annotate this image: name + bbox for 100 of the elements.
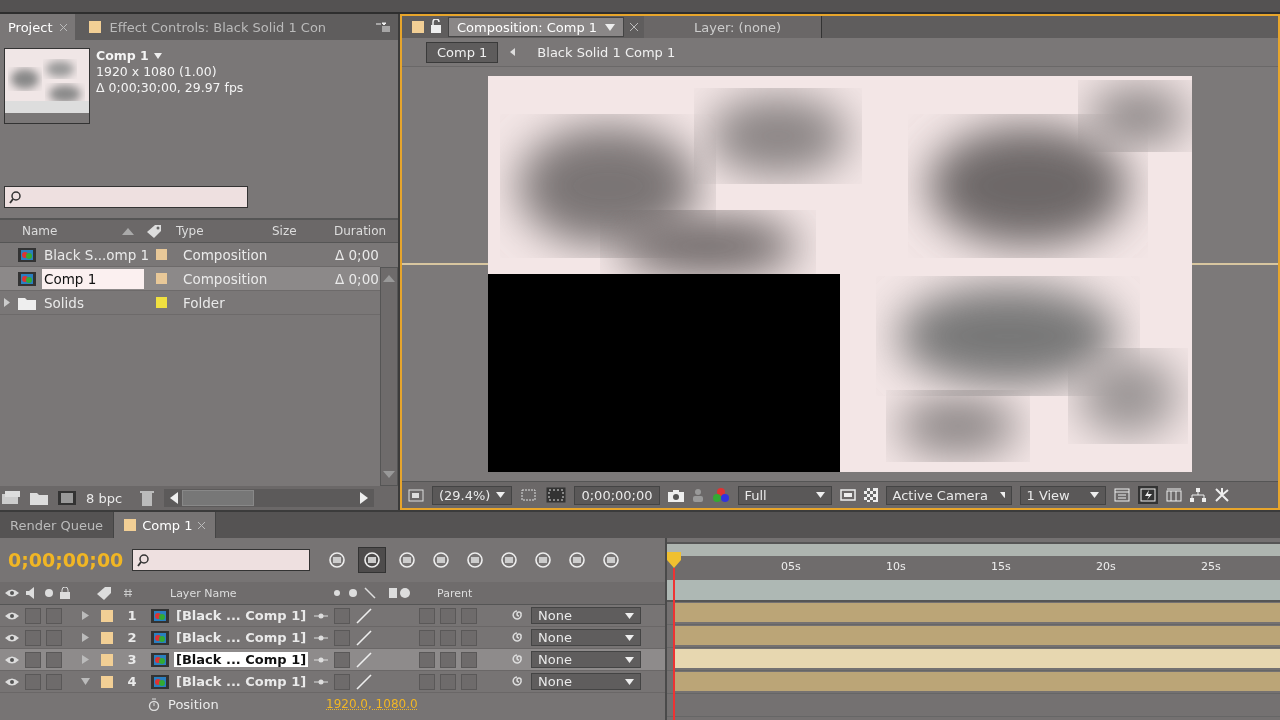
timecode-field[interactable]: 0;00;00;00 bbox=[574, 485, 660, 505]
breadcrumb[interactable]: Black Solid 1 Comp 1 bbox=[527, 42, 686, 62]
eye-icon[interactable] bbox=[4, 676, 20, 687]
fast-preview-icon[interactable] bbox=[1137, 486, 1158, 504]
item-title[interactable]: Comp 1 bbox=[96, 48, 149, 64]
column-header[interactable]: Parent bbox=[437, 586, 473, 600]
label-swatch[interactable] bbox=[101, 675, 113, 688]
eye-icon[interactable] bbox=[4, 610, 20, 621]
region-icon[interactable] bbox=[408, 488, 424, 502]
label-swatch[interactable] bbox=[101, 609, 113, 622]
panel-tab[interactable]: Comp 1 bbox=[114, 512, 217, 538]
search-field[interactable] bbox=[132, 549, 310, 571]
current-time[interactable]: 0;00;00;00 bbox=[8, 549, 124, 571]
switch-box[interactable] bbox=[419, 651, 435, 668]
column-header[interactable]: Type bbox=[172, 224, 272, 238]
column-header[interactable]: Size bbox=[272, 224, 328, 238]
switch-box[interactable] bbox=[25, 673, 41, 690]
label-swatch[interactable] bbox=[156, 249, 167, 260]
column-header[interactable]: Name bbox=[0, 224, 122, 238]
flowchart-icon[interactable] bbox=[1189, 488, 1206, 502]
view-layout-dropdown[interactable]: 1 View bbox=[1019, 485, 1106, 505]
scroll-right-icon[interactable] bbox=[360, 492, 368, 504]
parent-dropdown[interactable]: None bbox=[531, 651, 641, 668]
timeline-icon[interactable] bbox=[1113, 488, 1130, 502]
layer-name[interactable]: [Black ... Comp 1] bbox=[174, 674, 308, 689]
roi-icon[interactable] bbox=[839, 489, 856, 501]
switch-box[interactable] bbox=[461, 673, 477, 690]
lock-icon[interactable] bbox=[430, 18, 442, 36]
switch-box[interactable] bbox=[46, 651, 62, 668]
panel-tab[interactable]: Composition: Comp 1 bbox=[448, 17, 625, 37]
trash-icon[interactable] bbox=[140, 490, 155, 506]
switch-box[interactable] bbox=[461, 651, 477, 668]
parent-dropdown[interactable]: None bbox=[531, 607, 641, 624]
project-item[interactable]: Comp 1 Composition Δ 0;00 bbox=[0, 267, 380, 291]
quality-icon[interactable] bbox=[355, 650, 373, 669]
quality-icon[interactable] bbox=[355, 606, 373, 625]
close-icon[interactable] bbox=[198, 521, 206, 529]
switch-box[interactable] bbox=[46, 629, 62, 646]
composition-icon[interactable] bbox=[58, 491, 76, 505]
color-channels-icon[interactable] bbox=[711, 487, 730, 503]
switch-box[interactable] bbox=[440, 651, 456, 668]
expand-icon[interactable] bbox=[81, 633, 90, 642]
layer-name[interactable]: [Black ... Comp 1] bbox=[174, 630, 308, 645]
switch-box[interactable] bbox=[440, 673, 456, 690]
scroll-up-icon[interactable] bbox=[383, 274, 395, 282]
folder-icon[interactable] bbox=[30, 491, 48, 505]
switch-box[interactable] bbox=[25, 629, 41, 646]
expand-icon[interactable] bbox=[81, 655, 90, 664]
switch-box[interactable] bbox=[25, 607, 41, 624]
expand-icon[interactable] bbox=[81, 611, 90, 620]
layer-name[interactable]: [Black ... Comp 1] bbox=[174, 652, 308, 667]
layer-name[interactable]: [Black ... Comp 1] bbox=[174, 608, 308, 623]
switch-box[interactable] bbox=[461, 629, 477, 646]
zoom-dropdown[interactable]: (29.4%) bbox=[432, 485, 513, 505]
eye-icon[interactable] bbox=[4, 632, 20, 643]
grid-icon[interactable] bbox=[520, 488, 539, 502]
layer-row[interactable]: 4 [Black ... Comp 1] None bbox=[0, 671, 665, 693]
scroll-down-icon[interactable] bbox=[383, 471, 395, 479]
switch-box[interactable] bbox=[440, 629, 456, 646]
parent-dropdown[interactable]: None bbox=[531, 629, 641, 646]
expand-icon[interactable] bbox=[4, 298, 10, 307]
label-swatch[interactable] bbox=[156, 273, 167, 284]
quality-icon[interactable] bbox=[355, 628, 373, 647]
switch-box[interactable] bbox=[25, 651, 41, 668]
layout-icon[interactable] bbox=[1165, 488, 1182, 502]
switch-box[interactable] bbox=[46, 607, 62, 624]
scrollbar[interactable] bbox=[164, 489, 374, 507]
panel-menu-icon[interactable] bbox=[376, 22, 390, 32]
camera-icon[interactable] bbox=[667, 488, 684, 502]
caret-icon[interactable] bbox=[153, 53, 162, 59]
navigator-bar[interactable] bbox=[667, 542, 1280, 556]
switch-box[interactable] bbox=[440, 607, 456, 624]
time-ruler[interactable]: 05s 10s 15s 20s 25s bbox=[667, 556, 1280, 580]
switch-box[interactable] bbox=[419, 629, 435, 646]
close-icon[interactable] bbox=[630, 23, 639, 31]
layer-row[interactable]: 3 [Black ... Comp 1] None bbox=[0, 649, 665, 671]
mask-icon[interactable] bbox=[546, 487, 567, 503]
panel-tab[interactable]: Project bbox=[0, 14, 76, 40]
switch-box[interactable] bbox=[334, 607, 350, 624]
interpret-icon[interactable] bbox=[2, 491, 20, 505]
column-header[interactable]: Duration bbox=[328, 224, 387, 238]
close-icon[interactable] bbox=[60, 23, 68, 31]
switch-box[interactable] bbox=[334, 651, 350, 668]
switch-box[interactable] bbox=[461, 607, 477, 624]
quality-icon[interactable] bbox=[355, 672, 373, 691]
label-swatch[interactable] bbox=[156, 297, 167, 308]
breadcrumb[interactable]: Comp 1 bbox=[426, 41, 499, 63]
checkerboard-icon[interactable] bbox=[863, 488, 878, 502]
scrollbar[interactable] bbox=[380, 267, 398, 486]
playhead-icon[interactable] bbox=[667, 552, 681, 568]
person-icon[interactable] bbox=[691, 488, 704, 502]
scroll-left-icon[interactable] bbox=[170, 492, 179, 504]
layer-row[interactable]: 1 [Black ... Comp 1] None bbox=[0, 605, 665, 627]
work-area-bar[interactable] bbox=[667, 580, 1280, 602]
panel-tab[interactable]: Layer: (none) bbox=[644, 16, 823, 38]
parent-dropdown[interactable]: None bbox=[531, 673, 641, 690]
switch-box[interactable] bbox=[334, 673, 350, 690]
switch-box[interactable] bbox=[419, 607, 435, 624]
switch-box[interactable] bbox=[46, 673, 62, 690]
switch-box[interactable] bbox=[419, 673, 435, 690]
